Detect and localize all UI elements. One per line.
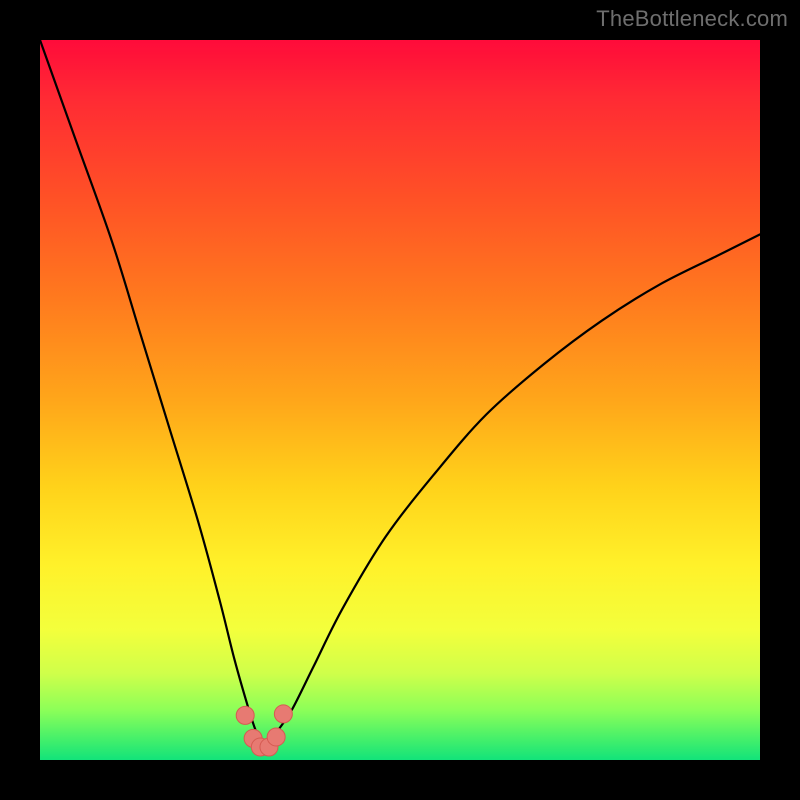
marker-group (236, 705, 292, 756)
bottleneck-curve-svg (40, 40, 760, 760)
tuning-point-marker (236, 706, 254, 724)
tuning-point-marker (274, 705, 292, 723)
bottleneck-curve-path (40, 40, 760, 747)
tuning-point-marker (267, 728, 285, 746)
watermark-text: TheBottleneck.com (596, 6, 788, 32)
chart-frame: TheBottleneck.com (0, 0, 800, 800)
plot-area (40, 40, 760, 760)
